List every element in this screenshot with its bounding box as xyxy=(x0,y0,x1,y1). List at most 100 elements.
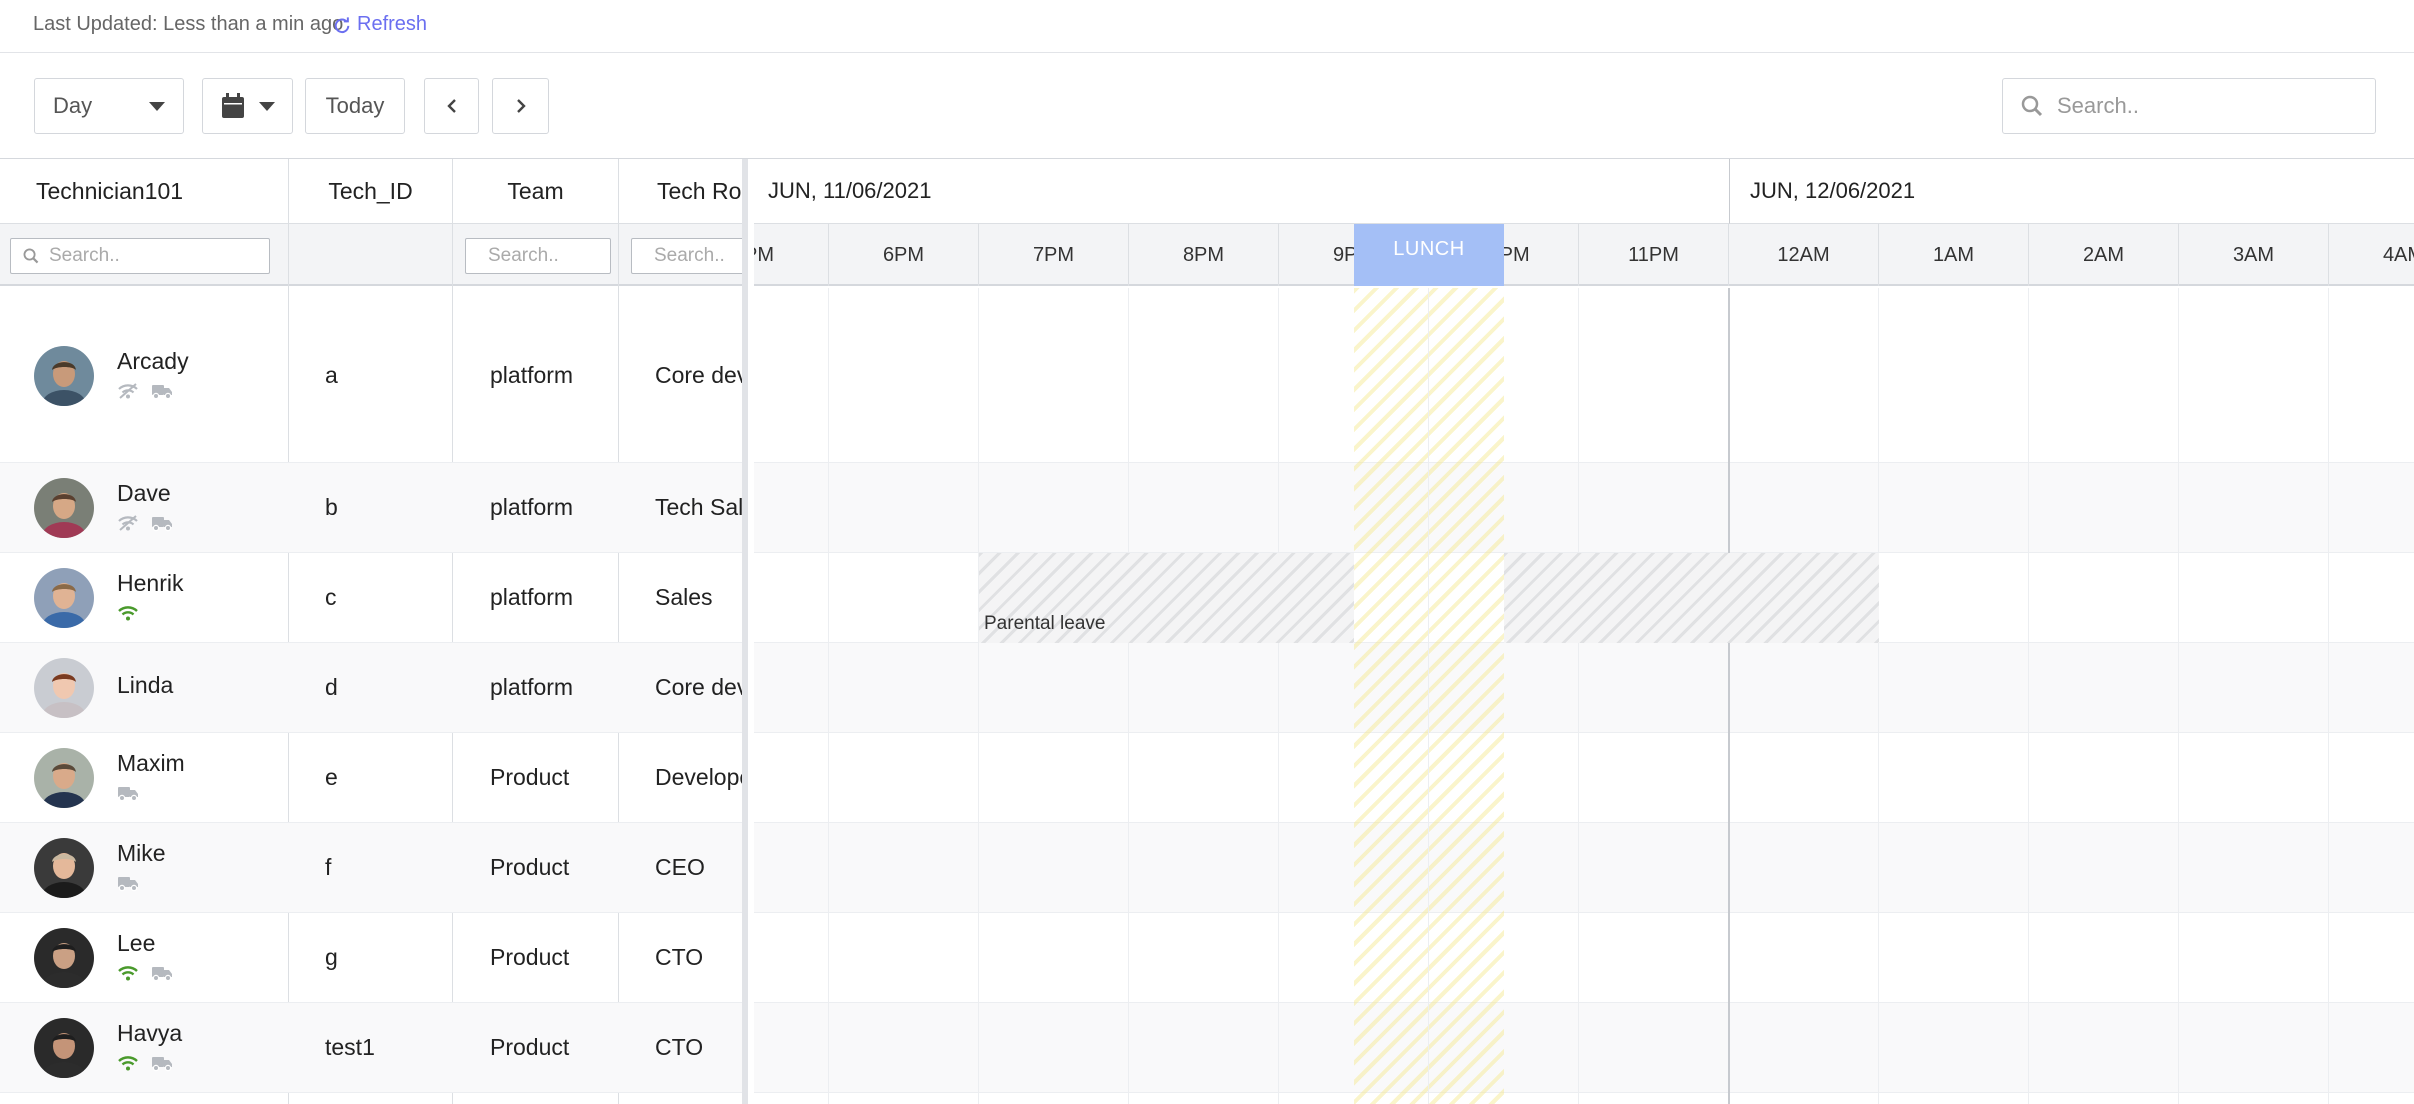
refresh-icon xyxy=(334,16,350,33)
hour-row: 5PM6PM7PM8PM9PM10PM11PM12AM1AM2AM3AM4AM xyxy=(754,224,2414,286)
truck-icon xyxy=(151,964,173,987)
status-icons xyxy=(117,784,139,807)
search-icon xyxy=(23,248,39,264)
view-select-value: Day xyxy=(53,93,93,118)
timeline-row[interactable] xyxy=(754,823,2414,913)
team-cell: Product xyxy=(490,944,570,970)
status-icons xyxy=(117,382,173,405)
hour-gridline xyxy=(828,288,829,1104)
table-row[interactable]: Mike f Product CEO xyxy=(0,823,742,913)
leave-event[interactable] xyxy=(1504,553,1879,643)
search-input[interactable] xyxy=(2057,93,2337,119)
status-icons xyxy=(117,1054,173,1077)
tech-role-filter[interactable] xyxy=(631,238,742,274)
column-header-technician[interactable]: Technician101 xyxy=(0,159,288,224)
timeline-row[interactable] xyxy=(754,1003,2414,1093)
timeline-row[interactable] xyxy=(754,463,2414,553)
column-header-team[interactable]: Team xyxy=(453,159,618,224)
tech-role-cell: Developer xyxy=(655,764,742,790)
technician-name: Dave xyxy=(117,480,171,506)
hour-header: 3AM xyxy=(2179,224,2329,286)
avatar xyxy=(34,1018,94,1078)
avatar xyxy=(34,928,94,988)
leave-event-label: Parental leave xyxy=(984,613,1106,634)
table-row[interactable]: Dave b platform Tech Sales xyxy=(0,463,742,553)
technician-name: Mike xyxy=(117,840,166,866)
hour-gridline xyxy=(1278,288,1279,1104)
tech-role-cell: CTO xyxy=(655,1034,704,1060)
scheduler-toolbar: Day Today xyxy=(0,54,2414,159)
resource-pane: Technician101 Tech_ID Team Tech Role xyxy=(0,159,748,1104)
tech-role-cell: CEO xyxy=(655,854,705,880)
wifi-icon xyxy=(117,604,139,627)
avatar xyxy=(34,658,94,718)
truck-icon xyxy=(117,784,139,807)
table-row[interactable]: Lee g Product CTO xyxy=(0,913,742,1003)
timeline-row[interactable] xyxy=(754,643,2414,733)
day-header: JUN, 12/06/2021 xyxy=(1730,159,2414,224)
hour-header: 12AM xyxy=(1729,224,1879,286)
hour-header: 5PM xyxy=(754,224,829,286)
technician-filter[interactable] xyxy=(10,238,270,274)
hour-gridline xyxy=(1878,288,1879,1104)
calendar-icon xyxy=(221,93,244,118)
truck-icon xyxy=(151,514,173,537)
team-cell: Product xyxy=(490,854,570,880)
tech-id-cell: c xyxy=(325,584,337,610)
column-header-tech-id[interactable]: Tech_ID xyxy=(289,159,452,224)
tech-role-filter-input[interactable] xyxy=(654,245,742,267)
table-row[interactable]: Linda d platform Core developer xyxy=(0,643,742,733)
no-wifi-icon xyxy=(117,382,139,405)
technician-name: Linda xyxy=(117,672,174,698)
timeline-row[interactable] xyxy=(754,288,2414,463)
technician-name: Arcady xyxy=(117,347,189,374)
team-cell: platform xyxy=(490,361,574,388)
today-button[interactable]: Today xyxy=(305,78,405,134)
hour-header: 4AM xyxy=(2329,224,2414,286)
column-header-tech-role[interactable]: Tech Role xyxy=(619,159,742,224)
refresh-button[interactable]: Refresh xyxy=(333,13,427,36)
team-cell: platform xyxy=(490,674,574,700)
hour-header: 2AM xyxy=(2029,224,2179,286)
technician-name: Lee xyxy=(117,930,156,956)
chevron-left-icon xyxy=(446,99,456,113)
day-header: JUN, 11/06/2021 xyxy=(754,159,1730,224)
avatar xyxy=(34,838,94,898)
table-row[interactable]: Maxim e Product Developer xyxy=(0,733,742,823)
avatar xyxy=(34,345,94,406)
tech-id-cell: f xyxy=(325,854,332,880)
status-icons xyxy=(117,604,139,627)
no-wifi-icon xyxy=(117,514,139,537)
team-filter[interactable] xyxy=(465,238,611,274)
team-filter-input[interactable] xyxy=(488,245,610,267)
technician-filter-input[interactable] xyxy=(49,245,229,267)
hour-gridline xyxy=(978,288,979,1104)
team-cell: Product xyxy=(490,764,570,790)
avatar xyxy=(34,748,94,808)
technician-name: Maxim xyxy=(117,750,185,776)
table-row[interactable]: Havya test1 Product CTO xyxy=(0,1003,742,1093)
technician-name: Havya xyxy=(117,1020,183,1046)
date-picker-button[interactable] xyxy=(202,78,293,134)
truck-icon xyxy=(151,382,173,405)
status-bar: Last Updated: Less than a min ago Refres… xyxy=(0,0,2414,53)
global-search[interactable] xyxy=(2002,78,2376,134)
tech-id-cell: d xyxy=(325,674,338,700)
hour-gridline xyxy=(1578,288,1579,1104)
hour-header: 8PM xyxy=(1129,224,1279,286)
timeline-pane: JUN, 11/06/2021 JUN, 12/06/2021 5PM6PM7P… xyxy=(754,159,2414,1104)
last-updated-text: Last Updated: Less than a min ago xyxy=(33,13,344,35)
table-row[interactable]: Henrik c platform Sales xyxy=(0,553,742,643)
hour-gridline xyxy=(2178,288,2179,1104)
next-button[interactable] xyxy=(492,78,549,134)
hour-gridline xyxy=(1128,288,1129,1104)
avatar xyxy=(34,568,94,628)
table-row[interactable]: Arcady a platform Core developer xyxy=(0,288,742,463)
timeline-row[interactable] xyxy=(754,733,2414,823)
hour-header: 7PM xyxy=(979,224,1129,286)
technician-name: Henrik xyxy=(117,570,184,596)
view-select[interactable]: Day xyxy=(34,78,184,134)
timeline-row[interactable] xyxy=(754,913,2414,1003)
search-icon xyxy=(2021,95,2043,117)
previous-button[interactable] xyxy=(424,78,479,134)
